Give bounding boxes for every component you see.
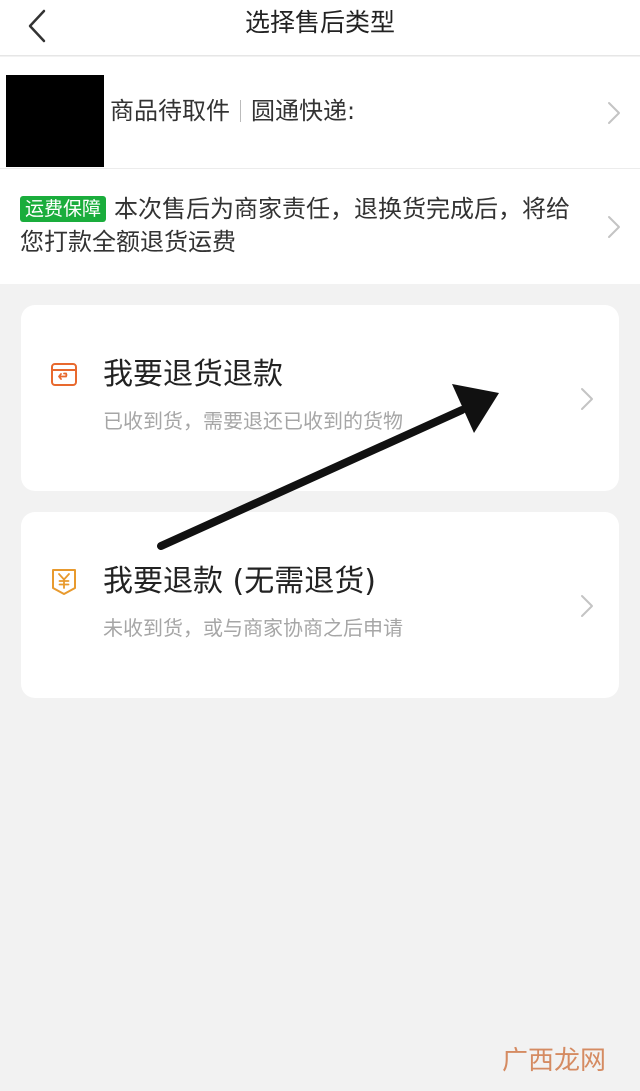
- nav-header: 选择售后类型: [0, 0, 640, 56]
- divider: [240, 100, 241, 122]
- option-subtitle: 已收到货，需要退还已收到的货物: [103, 409, 403, 433]
- return-box-icon: [49, 359, 79, 389]
- freight-guarantee-text: 运费保障 本次售后为商家责任，退换货完成后，将给您打款全额退货运费: [20, 193, 590, 259]
- shipment-info-row[interactable]: 商品待取件 圆通快递:: [0, 57, 640, 169]
- shipment-carrier: 圆通快递:: [251, 97, 356, 125]
- shipment-status: 商品待取件: [110, 97, 230, 125]
- product-thumbnail: [6, 75, 104, 167]
- watermark-logo: 广西龙网: [501, 1046, 606, 1076]
- option-refund-only[interactable]: 我要退款 (无需退货) 未收到货，或与商家协商之后申请: [21, 512, 619, 698]
- yuan-refund-icon: [49, 566, 79, 596]
- chevron-right-icon: [579, 387, 595, 411]
- chevron-right-icon: [579, 594, 595, 618]
- chevron-right-icon: [606, 215, 622, 239]
- freight-badge: 运费保障: [20, 196, 107, 222]
- option-title: 我要退款 (无需退货): [103, 564, 376, 599]
- page-title: 选择售后类型: [244, 8, 395, 37]
- option-title: 我要退货退款: [103, 357, 283, 392]
- shipment-text: 商品待取件 圆通快递:: [110, 95, 355, 127]
- option-return-and-refund[interactable]: 我要退货退款 已收到货，需要退还已收到的货物: [21, 305, 619, 491]
- freight-guarantee-row[interactable]: 运费保障 本次售后为商家责任，退换货完成后，将给您打款全额退货运费: [0, 169, 640, 284]
- option-subtitle: 未收到货，或与商家协商之后申请: [103, 616, 403, 640]
- chevron-right-icon: [606, 101, 622, 125]
